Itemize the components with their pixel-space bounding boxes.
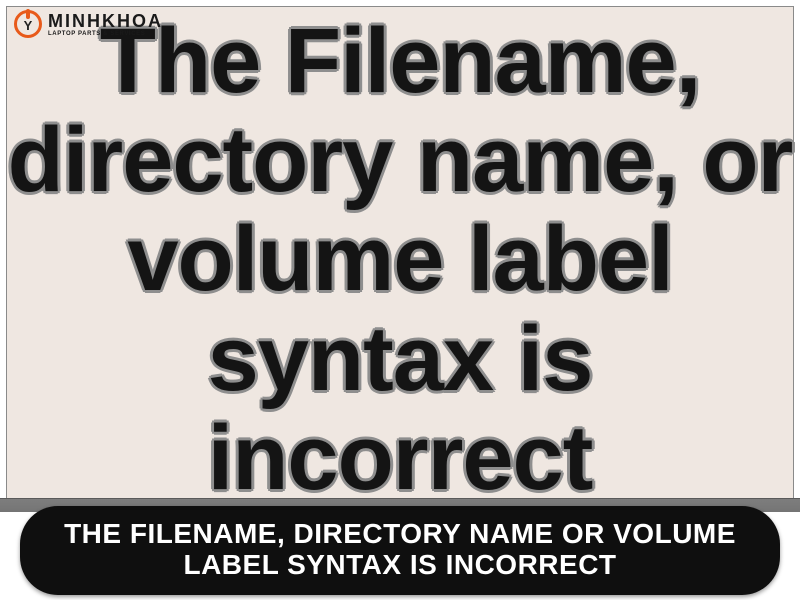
caption-text: THE FILENAME, DIRECTORY NAME OR VOLUME L…	[50, 518, 750, 581]
logo-text-block: MINHKHOA LAPTOP PARTS & SERVICES	[48, 12, 163, 37]
logo-tagline: LAPTOP PARTS & SERVICES	[48, 31, 163, 37]
logo-glyph: Y	[24, 18, 33, 33]
message-panel: The Filename, directory name, or volume …	[6, 6, 794, 514]
error-message-text: The Filename, directory name, or volume …	[7, 12, 793, 509]
brand-logo: Y MINHKHOA LAPTOP PARTS & SERVICES	[14, 10, 163, 38]
power-icon: Y	[14, 10, 42, 38]
graphic-canvas: The Filename, directory name, or volume …	[0, 0, 800, 600]
logo-brand-name: MINHKHOA	[48, 12, 163, 30]
caption-pill: THE FILENAME, DIRECTORY NAME OR VOLUME L…	[20, 506, 780, 595]
